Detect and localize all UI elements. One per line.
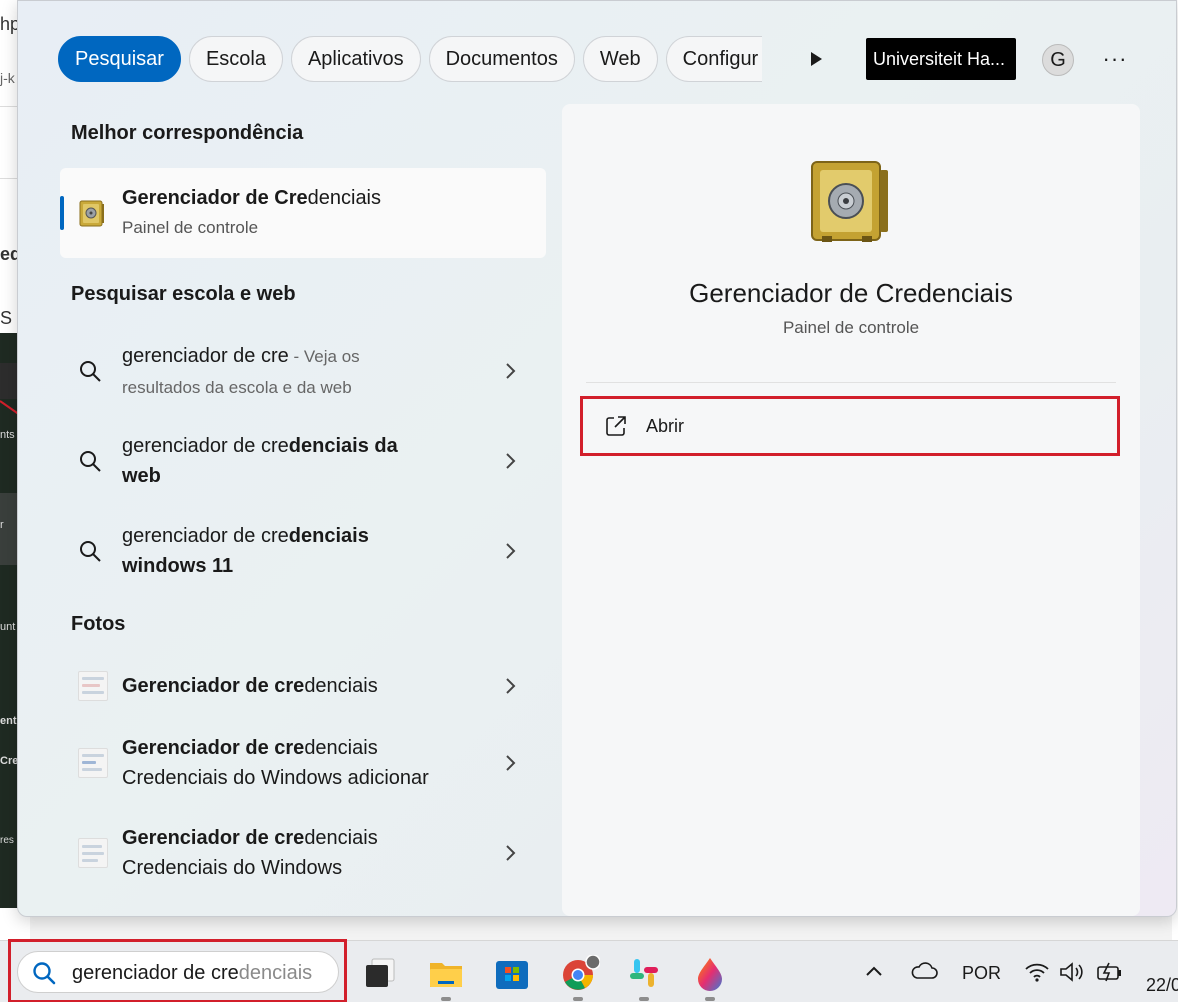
- filter-chip-aplicativos[interactable]: Aplicativos: [290, 36, 421, 82]
- photo-result-text: Gerenciador de credenciais: [122, 675, 378, 697]
- best-match-title: Gerenciador de Credenciais: [122, 187, 382, 209]
- volume-icon[interactable]: [1058, 961, 1086, 988]
- filter-chip-web[interactable]: Web: [582, 36, 658, 82]
- best-match-heading: Melhor correspondência: [71, 122, 304, 144]
- bg-text: unt: [0, 621, 16, 633]
- search-panel: Pesquisar Escola Aplicativos Documentos …: [17, 0, 1177, 917]
- best-match-subtitle: Painel de controle: [122, 218, 259, 237]
- safe-icon: [78, 198, 106, 233]
- chevron-right-icon: [506, 845, 516, 861]
- search-icon: [78, 539, 102, 568]
- photo-result[interactable]: Gerenciador de credenciais Credenciais d…: [60, 821, 546, 885]
- bg-text: nts: [0, 429, 15, 441]
- search-icon: [78, 359, 102, 388]
- web-search-result-text: gerenciador de credenciais windows 11: [122, 525, 369, 577]
- bg-text: r: [0, 519, 4, 531]
- search-input-value: gerenciador de credenciais: [72, 962, 313, 984]
- web-search-result[interactable]: gerenciador de cre - Veja os resultados …: [60, 339, 546, 403]
- bg-text: res: [0, 835, 14, 846]
- battery-icon[interactable]: [1096, 961, 1124, 988]
- web-search-result[interactable]: gerenciador de credenciais da web: [60, 429, 546, 493]
- search-icon: [33, 962, 56, 985]
- wifi-icon[interactable]: [1024, 961, 1050, 988]
- search-icon: [78, 449, 102, 478]
- scroll-filters-right-icon[interactable]: [804, 47, 828, 71]
- filter-chip-escola[interactable]: Escola: [188, 36, 283, 82]
- search-input[interactable]: gerenciador de credenciais: [17, 951, 339, 993]
- taskbar-search[interactable]: gerenciador de credenciais: [8, 939, 347, 1002]
- bg-text: j-k: [0, 70, 15, 86]
- preview-subtitle: Painel de controle: [782, 318, 920, 337]
- chrome-icon[interactable]: [560, 954, 601, 1001]
- photo-result[interactable]: Gerenciador de credenciais Credenciais d…: [60, 731, 546, 795]
- chevron-right-icon: [506, 363, 516, 379]
- photo-result[interactable]: Gerenciador de credenciais: [60, 661, 546, 711]
- best-match-item[interactable]: Gerenciador de Credenciais Painel de con…: [60, 168, 546, 258]
- photo-result-text: Gerenciador de credenciais Credenciais d…: [122, 737, 429, 789]
- preview-title: Gerenciador de Credenciais: [689, 278, 1013, 308]
- microsoft-store-icon[interactable]: [494, 955, 530, 991]
- photo-thumbnail: [78, 671, 108, 701]
- chevron-right-icon: [506, 453, 516, 469]
- chevron-right-icon: [506, 755, 516, 771]
- preview-pane: Gerenciador de Credenciais Painel de con…: [562, 104, 1140, 916]
- slack-icon[interactable]: [626, 955, 662, 1001]
- bg-text: Cre: [0, 755, 19, 767]
- photo-thumbnail: [78, 838, 108, 868]
- bg-text: ent: [0, 715, 17, 727]
- file-explorer-icon[interactable]: [428, 955, 464, 1001]
- show-hidden-icons[interactable]: [864, 963, 884, 984]
- filter-chip-documentos[interactable]: Documentos: [428, 36, 575, 82]
- filter-chip-configuracoes[interactable]: Configur: [665, 36, 762, 82]
- language-indicator[interactable]: POR: [962, 963, 1001, 984]
- photos-heading: Fotos: [71, 613, 126, 635]
- open-button-label: Abrir: [646, 416, 685, 436]
- safe-icon: [808, 156, 892, 251]
- web-search-heading: Pesquisar escola e web: [71, 283, 296, 305]
- open-external-icon: [606, 416, 626, 436]
- drop-app-icon[interactable]: [692, 955, 728, 1001]
- taskbar: gerenciador de credenciais POR 22/0: [0, 939, 1178, 1002]
- organization-badge[interactable]: Universiteit Ha...: [866, 38, 1016, 80]
- filter-chip-pesquisar[interactable]: Pesquisar: [58, 36, 181, 82]
- chevron-right-icon: [506, 543, 516, 559]
- web-search-result-text: gerenciador de credenciais da web: [122, 435, 398, 487]
- selection-indicator: [60, 196, 64, 230]
- avatar[interactable]: G: [1042, 44, 1074, 76]
- photo-result-text: Gerenciador de credenciais Credenciais d…: [122, 827, 378, 879]
- open-button[interactable]: Abrir: [580, 396, 1120, 456]
- web-search-result-text: gerenciador de cre - Veja os resultados …: [122, 345, 360, 397]
- divider: [586, 382, 1116, 383]
- task-view-icon[interactable]: [362, 955, 398, 991]
- clock[interactable]: 22/0: [1146, 975, 1178, 996]
- filter-bar: Pesquisar Escola Aplicativos Documentos …: [58, 36, 762, 82]
- more-options-icon[interactable]: ···: [1102, 46, 1128, 71]
- web-search-result[interactable]: gerenciador de credenciais windows 11: [60, 519, 546, 583]
- photo-thumbnail: [78, 748, 108, 778]
- onedrive-icon[interactable]: [910, 961, 938, 986]
- chevron-right-icon: [506, 678, 516, 694]
